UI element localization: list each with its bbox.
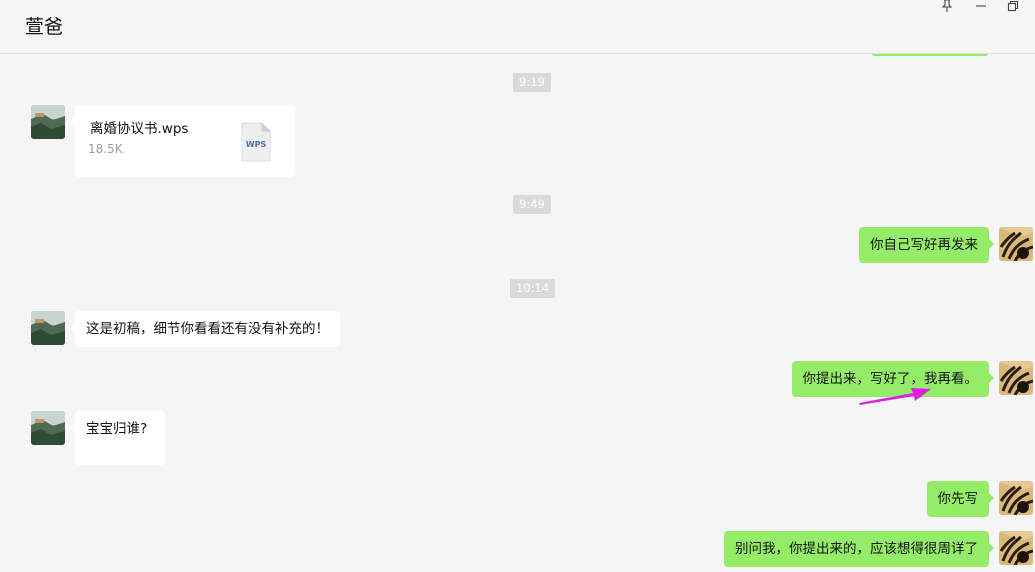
pin-icon[interactable] xyxy=(937,0,957,14)
message-list[interactable]: 9:19 离婚协议书.wps 18.5K WPS 9:49 你自己写好再发来 1… xyxy=(0,54,1035,572)
chat-header: 萱爸 xyxy=(0,0,1035,54)
file-size: 18.5K xyxy=(88,142,123,156)
my-avatar[interactable] xyxy=(999,227,1033,261)
timestamp: 10:14 xyxy=(510,279,556,298)
timestamp: 9:49 xyxy=(513,195,551,214)
my-avatar[interactable] xyxy=(999,481,1033,515)
my-avatar[interactable] xyxy=(999,531,1033,565)
contact-avatar[interactable] xyxy=(31,311,65,345)
file-name: 离婚协议书.wps xyxy=(90,121,189,137)
contact-avatar[interactable] xyxy=(31,105,65,139)
wps-file-icon: WPS xyxy=(241,122,271,162)
my-avatar[interactable] xyxy=(999,361,1033,395)
chat-window: 萱爸 9:19 离婚协议书.wps 18.5K WPS 9:49 你自己写好再发… xyxy=(0,0,1035,572)
chat-title: 萱爸 xyxy=(25,16,64,38)
timestamp: 9:19 xyxy=(513,73,551,92)
message-bubble-received[interactable]: 这是初稿，细节你看看还有没有补充的！ xyxy=(70,311,340,347)
message-bubble-sent[interactable]: 别问我，你提出来的，应该想得很周详了 xyxy=(724,531,994,567)
minimize-icon[interactable] xyxy=(971,0,991,14)
message-bubble-sent[interactable]: 你自己写好再发来 xyxy=(859,227,994,263)
file-type-label: WPS xyxy=(245,140,267,149)
message-bubble-received[interactable]: 宝宝归谁? xyxy=(70,411,165,465)
message-bubble-partial[interactable] xyxy=(871,54,989,56)
restore-icon[interactable] xyxy=(1003,0,1023,14)
message-bubble-sent[interactable]: 你先写 xyxy=(926,481,994,517)
contact-avatar[interactable] xyxy=(31,411,65,445)
file-message[interactable]: 离婚协议书.wps 18.5K WPS xyxy=(70,105,295,177)
annotation-arrow-icon xyxy=(859,388,931,405)
